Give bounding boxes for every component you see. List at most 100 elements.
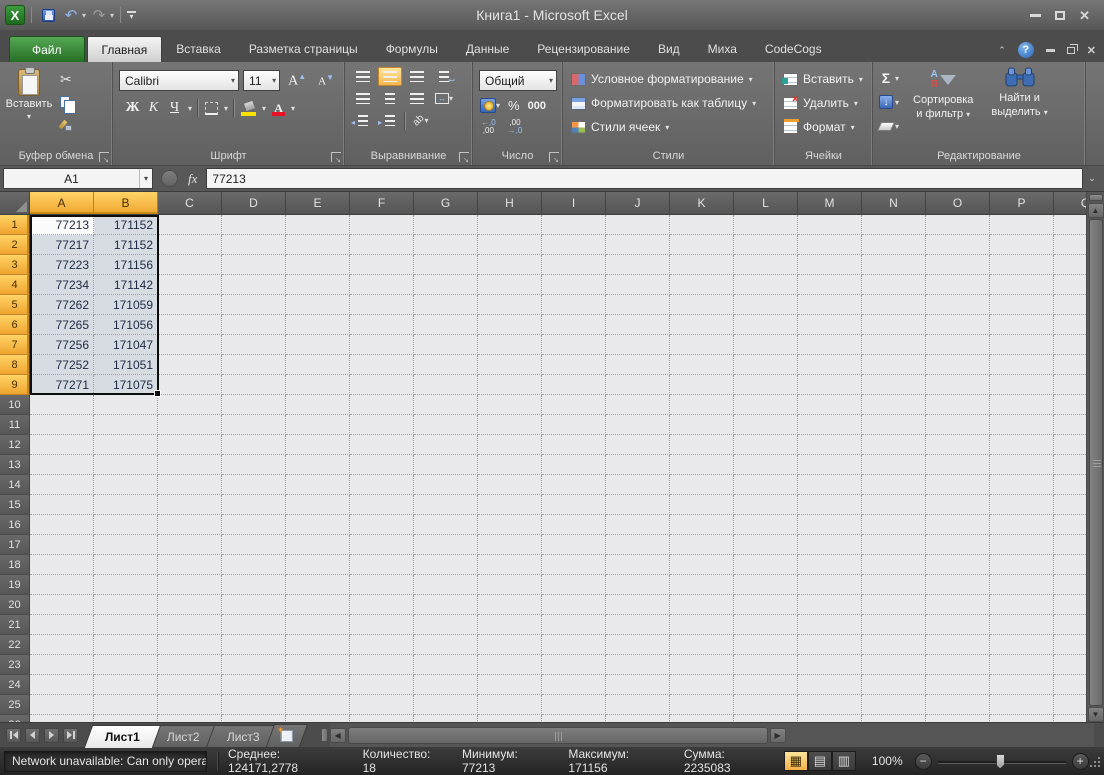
- cell-M1[interactable]: [798, 215, 862, 235]
- row-header-7[interactable]: 7: [0, 335, 30, 355]
- cell-N9[interactable]: [862, 375, 926, 395]
- cell-K13[interactable]: [670, 455, 734, 475]
- row-header-25[interactable]: 25: [0, 695, 30, 715]
- row-header-24[interactable]: 24: [0, 675, 30, 695]
- cell-H21[interactable]: [478, 615, 542, 635]
- cell-E21[interactable]: [286, 615, 350, 635]
- cell-A4[interactable]: 77234: [30, 275, 94, 295]
- cell-H2[interactable]: [478, 235, 542, 255]
- cell-J19[interactable]: [606, 575, 670, 595]
- sort-filter-button[interactable]: АЯ Сортировка и фильтр ▾: [907, 67, 979, 147]
- copy-button[interactable]: ▾: [58, 92, 78, 112]
- cell-C18[interactable]: [158, 555, 222, 575]
- cell-L16[interactable]: [734, 515, 798, 535]
- autosum-button[interactable]: Σ▾: [877, 68, 901, 88]
- cell-C12[interactable]: [158, 435, 222, 455]
- cell-P9[interactable]: [990, 375, 1054, 395]
- cell-J23[interactable]: [606, 655, 670, 675]
- cell-C4[interactable]: [158, 275, 222, 295]
- conditional-formatting-button[interactable]: Условное форматирование▾: [567, 67, 770, 91]
- cell-J14[interactable]: [606, 475, 670, 495]
- cell-G20[interactable]: [414, 595, 478, 615]
- cell-O26[interactable]: [926, 715, 990, 722]
- cell-F26[interactable]: [350, 715, 414, 722]
- cell-K22[interactable]: [670, 635, 734, 655]
- cell-G23[interactable]: [414, 655, 478, 675]
- cell-K26[interactable]: [670, 715, 734, 722]
- cell-M17[interactable]: [798, 535, 862, 555]
- cell-O11[interactable]: [926, 415, 990, 435]
- cell-F10[interactable]: [350, 395, 414, 415]
- row-header-26[interactable]: 26: [0, 715, 30, 722]
- find-select-button[interactable]: Найти и выделить ▾: [985, 67, 1053, 147]
- cell-D17[interactable]: [222, 535, 286, 555]
- cell-B16[interactable]: [94, 515, 158, 535]
- decrease-indent-button[interactable]: ◂: [351, 111, 375, 130]
- cell-D10[interactable]: [222, 395, 286, 415]
- cell-P12[interactable]: [990, 435, 1054, 455]
- cell-B26[interactable]: [94, 715, 158, 722]
- cell-P26[interactable]: [990, 715, 1054, 722]
- cell-B23[interactable]: [94, 655, 158, 675]
- cell-J9[interactable]: [606, 375, 670, 395]
- underline-button[interactable]: Ч: [167, 100, 182, 116]
- cell-J8[interactable]: [606, 355, 670, 375]
- cell-G2[interactable]: [414, 235, 478, 255]
- cell-L7[interactable]: [734, 335, 798, 355]
- cell-Q15[interactable]: [1054, 495, 1086, 515]
- cell-P10[interactable]: [990, 395, 1054, 415]
- cell-C5[interactable]: [158, 295, 222, 315]
- cell-D22[interactable]: [222, 635, 286, 655]
- cell-C13[interactable]: [158, 455, 222, 475]
- align-middle-button[interactable]: [378, 67, 402, 86]
- align-top-button[interactable]: [351, 67, 375, 86]
- cell-L3[interactable]: [734, 255, 798, 275]
- cell-D7[interactable]: [222, 335, 286, 355]
- cell-Q26[interactable]: [1054, 715, 1086, 722]
- cell-F5[interactable]: [350, 295, 414, 315]
- row-header-18[interactable]: 18: [0, 555, 30, 575]
- cell-M5[interactable]: [798, 295, 862, 315]
- row-header-22[interactable]: 22: [0, 635, 30, 655]
- cell-M2[interactable]: [798, 235, 862, 255]
- cell-G12[interactable]: [414, 435, 478, 455]
- insert-cells-button[interactable]: Вставить▾: [779, 67, 868, 91]
- cell-F16[interactable]: [350, 515, 414, 535]
- cell-L24[interactable]: [734, 675, 798, 695]
- cell-Q16[interactable]: [1054, 515, 1086, 535]
- cell-F23[interactable]: [350, 655, 414, 675]
- cell-G9[interactable]: [414, 375, 478, 395]
- dialog-launcher-icon[interactable]: [99, 152, 109, 162]
- column-header-J[interactable]: J: [606, 192, 670, 214]
- cell-A25[interactable]: [30, 695, 94, 715]
- cell-O18[interactable]: [926, 555, 990, 575]
- cell-J3[interactable]: [606, 255, 670, 275]
- cell-F2[interactable]: [350, 235, 414, 255]
- number-format-combo[interactable]: Общий▾: [479, 70, 557, 91]
- tab-Разметка страницы[interactable]: Разметка страницы: [235, 36, 372, 62]
- cell-A23[interactable]: [30, 655, 94, 675]
- cell-Q5[interactable]: [1054, 295, 1086, 315]
- cell-G13[interactable]: [414, 455, 478, 475]
- row-header-14[interactable]: 14: [0, 475, 30, 495]
- cell-L8[interactable]: [734, 355, 798, 375]
- cell-A12[interactable]: [30, 435, 94, 455]
- cell-C21[interactable]: [158, 615, 222, 635]
- next-sheet-button[interactable]: [44, 728, 59, 743]
- cell-O22[interactable]: [926, 635, 990, 655]
- zoom-level[interactable]: 100%: [872, 754, 903, 768]
- cell-C20[interactable]: [158, 595, 222, 615]
- cell-I11[interactable]: [542, 415, 606, 435]
- cell-I13[interactable]: [542, 455, 606, 475]
- cell-C15[interactable]: [158, 495, 222, 515]
- cell-C7[interactable]: [158, 335, 222, 355]
- cell-C9[interactable]: [158, 375, 222, 395]
- zoom-track[interactable]: [938, 753, 1066, 770]
- cell-L19[interactable]: [734, 575, 798, 595]
- cell-A16[interactable]: [30, 515, 94, 535]
- cell-M11[interactable]: [798, 415, 862, 435]
- cell-J17[interactable]: [606, 535, 670, 555]
- cell-H17[interactable]: [478, 535, 542, 555]
- cell-E10[interactable]: [286, 395, 350, 415]
- cell-I6[interactable]: [542, 315, 606, 335]
